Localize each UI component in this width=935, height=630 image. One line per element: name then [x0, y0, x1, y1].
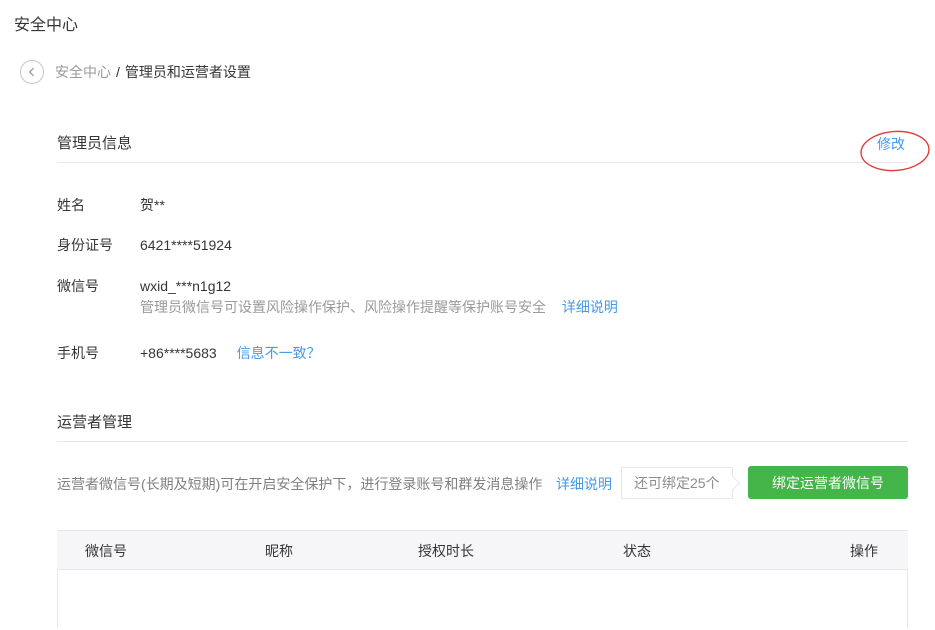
bubble-arrow-icon: [726, 476, 740, 490]
operator-table-body-empty: [57, 570, 908, 628]
col-header-status: 状态: [623, 531, 651, 571]
detail-link-operator[interactable]: 详细说明: [556, 474, 612, 494]
remaining-bind-badge: 还可绑定25个: [621, 467, 733, 499]
field-label-wechat-id: 微信号: [57, 276, 99, 296]
field-label-phone: 手机号: [57, 343, 99, 363]
col-header-auth-duration: 授权时长: [418, 531, 474, 571]
field-value-id-number: 6421****51924: [140, 235, 232, 255]
field-value-phone: +86****5683 信息不一致？: [140, 343, 321, 363]
breadcrumb-separator: /: [116, 64, 120, 80]
field-value-name: 贺**: [140, 195, 165, 215]
bind-operator-button[interactable]: 绑定运营者微信号: [748, 466, 908, 499]
security-center-page: 安全中心 安全中心 / 管理员和运营者设置 管理员信息 修改 姓名 贺** 身份…: [0, 0, 935, 630]
operator-table: 微信号 昵称 授权时长 状态 操作: [57, 530, 908, 628]
operator-section-header: 运营者管理: [57, 411, 908, 442]
col-header-wechat-id: 微信号: [85, 531, 127, 571]
admin-info-section-header: 管理员信息 修改: [57, 132, 908, 163]
breadcrumb: 安全中心 / 管理员和运营者设置: [20, 60, 251, 84]
wechat-id-note: 管理员微信号可设置风险操作保护、风险操作提醒等保护账号安全 详细说明: [140, 297, 618, 317]
detail-link-admin[interactable]: 详细说明: [562, 299, 618, 315]
admin-info-title: 管理员信息: [57, 135, 132, 152]
breadcrumb-parent[interactable]: 安全中心: [55, 62, 111, 82]
phone-value-text: +86****5683: [140, 345, 217, 361]
col-header-actions: 操作: [850, 531, 878, 571]
field-label-id-number: 身份证号: [57, 235, 113, 255]
page-title: 安全中心: [14, 11, 78, 35]
chevron-left-icon: [25, 65, 39, 79]
remaining-bind-text: 还可绑定25个: [634, 473, 720, 493]
info-mismatch-link[interactable]: 信息不一致？: [237, 345, 321, 361]
operator-description: 运营者微信号(长期及短期)可在开启安全保护下，进行登录账号和群发消息操作: [57, 474, 542, 494]
field-label-name: 姓名: [57, 195, 85, 215]
breadcrumb-current: 管理员和运营者设置: [125, 62, 251, 82]
wechat-id-note-text: 管理员微信号可设置风险操作保护、风险操作提醒等保护账号安全: [140, 299, 546, 315]
modify-link[interactable]: 修改: [877, 134, 905, 154]
field-value-wechat-id: wxid_***n1g12: [140, 276, 231, 296]
col-header-nickname: 昵称: [265, 531, 293, 571]
back-button[interactable]: [20, 60, 44, 84]
operator-section-title: 运营者管理: [57, 414, 132, 431]
operator-table-header: 微信号 昵称 授权时长 状态 操作: [57, 530, 908, 570]
